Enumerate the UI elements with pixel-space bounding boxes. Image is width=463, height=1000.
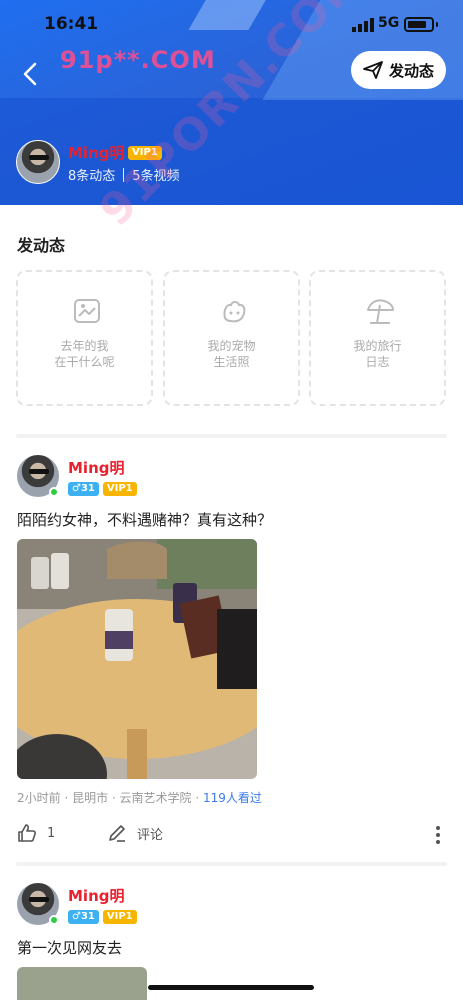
more-options-icon[interactable]: [435, 825, 441, 845]
compose-card-last-year[interactable]: 去年的我 在干什么呢: [16, 270, 153, 406]
post-meta: 2小时前 · 昆明市 · 云南艺术学院 · 119人看过: [17, 789, 262, 806]
network-label: 5G: [378, 15, 400, 31]
back-button[interactable]: [16, 58, 44, 90]
post-photo[interactable]: [17, 539, 257, 779]
post-photo-illustration: [17, 539, 257, 779]
online-status-dot: [49, 487, 59, 497]
card-line1: 我的宠物: [207, 339, 256, 353]
card-line2: 生活照: [213, 355, 250, 369]
send-icon: [363, 61, 383, 79]
beach-umbrella-icon: [367, 299, 394, 324]
status-time: 16:41: [44, 14, 99, 34]
comment-label: 评论: [137, 827, 164, 843]
profile-name: Ming明: [68, 144, 125, 162]
pencil-icon: [109, 825, 125, 842]
section-divider: [16, 434, 447, 438]
battery-icon: [404, 17, 434, 32]
card-line2: 在干什么呢: [54, 355, 115, 369]
card-line1: 去年的我: [60, 339, 109, 353]
gender-age-badge: ♂31: [68, 482, 99, 496]
like-count: 1: [47, 825, 56, 841]
post-author-name[interactable]: Ming明: [68, 885, 125, 906]
status-bar: 16:41 5G: [0, 14, 463, 38]
gender-age-badge: ♂31: [68, 910, 99, 924]
card-line1: 我的旅行: [353, 339, 402, 353]
thumbs-up-icon: [18, 824, 36, 842]
comment-button[interactable]: 评论: [107, 823, 163, 843]
post-views[interactable]: 119人看过: [203, 791, 262, 805]
post-time-location: 2小时前 · 昆明市 · 云南艺术学院 ·: [17, 791, 203, 805]
post-author-name[interactable]: Ming明: [68, 457, 125, 478]
post-actions: 1 评论: [17, 823, 447, 849]
post-dynamic-button[interactable]: 发动态: [351, 51, 446, 89]
like-button[interactable]: 1: [17, 823, 55, 843]
post-author-badges: ♂31 VIP1: [68, 910, 137, 924]
post-divider: [16, 862, 447, 866]
online-status-dot: [49, 915, 59, 925]
vip-badge: VIP1: [102, 910, 137, 924]
home-indicator[interactable]: [148, 985, 314, 990]
chevron-left-icon: [23, 62, 37, 86]
compose-card-travel[interactable]: 我的旅行 日志: [309, 270, 446, 406]
pet-icon: [223, 301, 246, 323]
signal-icon: [352, 18, 374, 32]
compose-card-pet[interactable]: 我的宠物 生活照: [163, 270, 300, 406]
vip-badge: VIP1: [102, 482, 137, 496]
post-avatar[interactable]: [16, 454, 60, 498]
compose-title: 发动态: [17, 236, 66, 255]
post-text: 陌陌约女神，不料遇赌神？真有这种？: [17, 511, 273, 529]
post-avatar[interactable]: [16, 882, 60, 926]
post-text: 第一次见网友去: [17, 939, 123, 957]
picture-icon: [74, 299, 100, 323]
post-photo[interactable]: [17, 967, 147, 1000]
avatar[interactable]: [16, 140, 60, 184]
post-dynamic-label: 发动态: [388, 61, 434, 80]
header-watermark: 91p**.COM: [60, 46, 216, 74]
card-line2: 日志: [365, 355, 390, 369]
post-author-badges: ♂31 VIP1: [68, 482, 137, 496]
